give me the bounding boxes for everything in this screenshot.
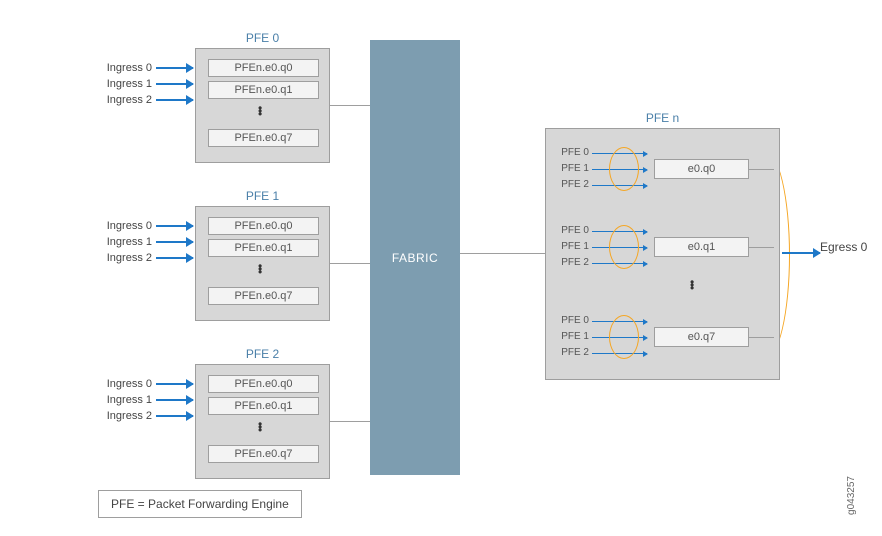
connector-line <box>460 253 545 254</box>
src-label: PFE 1 <box>554 163 589 174</box>
arrow-right-icon <box>156 99 193 101</box>
connector-line <box>330 421 370 422</box>
queue-label: PFEn.e0.q0 <box>208 375 319 393</box>
arrow-right-icon <box>782 252 820 254</box>
arrow-right-icon <box>156 257 193 259</box>
arrow-right-icon <box>156 415 193 417</box>
arrow-right-icon <box>156 399 193 401</box>
pfe-title: PFE 0 <box>196 31 329 45</box>
ingress-label: Ingress 0 <box>98 62 156 74</box>
fabric-label: FABRIC <box>392 251 438 265</box>
connector-line <box>330 263 370 264</box>
queue-label: PFEn.e0.q1 <box>208 239 319 257</box>
vertical-ellipsis-icon: ••• <box>690 281 694 290</box>
diagram-canvas: Ingress 0 Ingress 1 Ingress 2 Ingress 0 … <box>0 0 882 536</box>
pfe-n-title: PFE n <box>546 111 779 125</box>
image-id: g043257 <box>846 476 857 515</box>
ingress-label: Ingress 0 <box>98 220 156 232</box>
pfe-n-box: PFE n PFE 0 PFE 1 PFE 2 e0.q0 PFE 0 PFE … <box>545 128 780 380</box>
arrow-right-icon <box>156 241 193 243</box>
ingress-label: Ingress 0 <box>98 378 156 390</box>
ingress-label: Ingress 1 <box>98 236 156 248</box>
pfe-box-0: PFE 0 PFEn.e0.q0 PFEn.e0.q1 ••• PFEn.e0.… <box>195 48 330 163</box>
pfe-title: PFE 1 <box>196 189 329 203</box>
scheduler-ring-icon <box>609 147 639 191</box>
connector-line <box>749 337 774 338</box>
fabric-block: FABRIC <box>370 40 460 475</box>
src-label: PFE 2 <box>554 179 589 190</box>
eq-cluster-2: PFE 0 PFE 1 PFE 2 e0.q7 <box>554 309 774 364</box>
connector-line <box>330 105 370 106</box>
arrow-right-icon <box>156 83 193 85</box>
vertical-ellipsis-icon: ••• <box>258 107 262 116</box>
connector-line <box>749 247 774 248</box>
ingress-group-0: Ingress 0 Ingress 1 Ingress 2 <box>98 60 193 108</box>
ingress-label: Ingress 2 <box>98 252 156 264</box>
eq-label: e0.q7 <box>654 327 749 347</box>
arrow-right-icon <box>156 383 193 385</box>
queue-label: PFEn.e0.q7 <box>208 287 319 305</box>
egress-label: Egress 0 <box>820 240 867 254</box>
queue-label: PFEn.e0.q1 <box>208 81 319 99</box>
arrow-right-icon <box>156 225 193 227</box>
src-label: PFE 2 <box>554 347 589 358</box>
eq-cluster-0: PFE 0 PFE 1 PFE 2 e0.q0 <box>554 141 774 196</box>
queue-label: PFEn.e0.q7 <box>208 129 319 147</box>
pfe-box-1: PFE 1 PFEn.e0.q0 PFEn.e0.q1 ••• PFEn.e0.… <box>195 206 330 321</box>
src-label: PFE 0 <box>554 147 589 158</box>
ingress-group-2: Ingress 0 Ingress 1 Ingress 2 <box>98 376 193 424</box>
ingress-label: Ingress 2 <box>98 94 156 106</box>
queue-label: PFEn.e0.q7 <box>208 445 319 463</box>
arrow-right-icon <box>156 67 193 69</box>
eq-label: e0.q1 <box>654 237 749 257</box>
pfe-box-2: PFE 2 PFEn.e0.q0 PFEn.e0.q1 ••• PFEn.e0.… <box>195 364 330 479</box>
eq-cluster-1: PFE 0 PFE 1 PFE 2 e0.q1 <box>554 219 774 274</box>
legend-text: PFE = Packet Forwarding Engine <box>111 497 289 511</box>
src-label: PFE 0 <box>554 225 589 236</box>
ingress-group-1: Ingress 0 Ingress 1 Ingress 2 <box>98 218 193 266</box>
queue-label: PFEn.e0.q1 <box>208 397 319 415</box>
src-label: PFE 2 <box>554 257 589 268</box>
ingress-label: Ingress 1 <box>98 78 156 90</box>
src-label: PFE 1 <box>554 241 589 252</box>
scheduler-ring-icon <box>609 225 639 269</box>
queue-label: PFEn.e0.q0 <box>208 217 319 235</box>
queue-label: PFEn.e0.q0 <box>208 59 319 77</box>
eq-label: e0.q0 <box>654 159 749 179</box>
src-label: PFE 0 <box>554 315 589 326</box>
legend-box: PFE = Packet Forwarding Engine <box>98 490 302 518</box>
scheduler-ring-icon <box>609 315 639 359</box>
ingress-label: Ingress 2 <box>98 410 156 422</box>
src-label: PFE 1 <box>554 331 589 342</box>
vertical-ellipsis-icon: ••• <box>258 265 262 274</box>
vertical-ellipsis-icon: ••• <box>258 423 262 432</box>
pfe-title: PFE 2 <box>196 347 329 361</box>
connector-line <box>749 169 774 170</box>
ingress-label: Ingress 1 <box>98 394 156 406</box>
